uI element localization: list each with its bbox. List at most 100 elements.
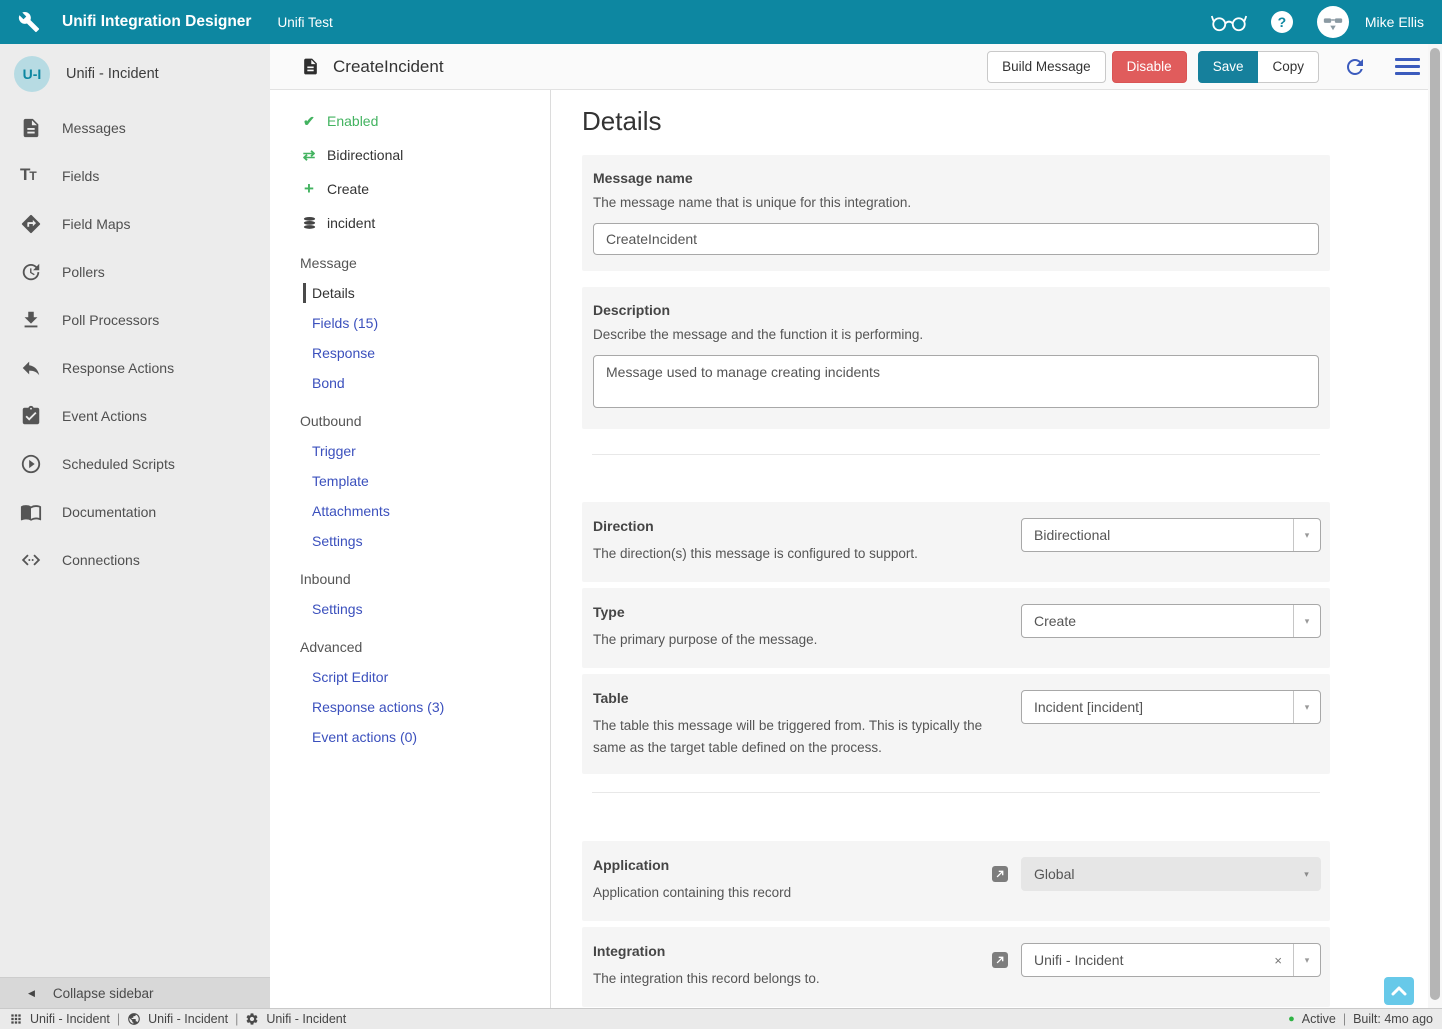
scrollbar-track <box>1428 44 1442 1008</box>
scrollbar-thumb[interactable] <box>1430 48 1440 1000</box>
app-title: Unifi Integration Designer <box>62 13 251 31</box>
reply-arrow-icon <box>20 357 42 379</box>
build-message-button[interactable]: Build Message <box>987 51 1106 83</box>
integration-avatar: U-I <box>14 56 50 92</box>
context-link[interactable]: Unifi - Incident <box>30 1012 110 1026</box>
active-dot-icon: ● <box>1288 1014 1295 1025</box>
disable-button[interactable]: Disable <box>1112 51 1187 83</box>
nav-link-attachments[interactable]: Attachments <box>270 496 550 526</box>
open-record-icon[interactable] <box>992 952 1008 968</box>
help-icon[interactable]: ? <box>1271 11 1293 33</box>
integration-desc: The integration this record belongs to. <box>593 968 972 990</box>
user-name[interactable]: Mike Ellis <box>1365 14 1424 30</box>
sidebar-item-label: Field Maps <box>62 216 130 232</box>
sidebar-item-label: Fields <box>62 168 99 184</box>
direction-select[interactable]: Bidirectional ▾ <box>1021 518 1321 552</box>
context-link[interactable]: Unifi - Incident <box>148 1012 228 1026</box>
direction-value: Bidirectional <box>1022 527 1293 543</box>
directions-icon <box>20 213 42 235</box>
hamburger-menu-icon[interactable] <box>1395 58 1420 75</box>
nav-section-advanced: Advanced <box>270 632 550 662</box>
description-desc: Describe the message and the function it… <box>593 327 1319 342</box>
type-select[interactable]: Create ▾ <box>1021 604 1321 638</box>
sidebar: U-I Unifi - Incident Messages Fields Fie… <box>0 44 270 1008</box>
database-icon <box>300 216 318 231</box>
code-brackets-icon <box>20 549 42 571</box>
chevron-down-icon[interactable]: ▾ <box>1293 519 1320 551</box>
sidebar-item-field-maps[interactable]: Field Maps <box>0 200 270 248</box>
integration-label: Integration <box>593 943 972 959</box>
scroll-to-top-button[interactable] <box>1384 977 1414 1005</box>
clipboard-check-icon <box>20 405 42 427</box>
nav-link-inbound-settings[interactable]: Settings <box>270 594 550 624</box>
integration-value: Unifi - Incident <box>1022 952 1263 968</box>
type-section: Type The primary purpose of the message.… <box>582 588 1330 668</box>
sidebar-item-label: Poll Processors <box>62 312 159 328</box>
save-button[interactable]: Save <box>1198 51 1259 83</box>
sidebar-item-scheduled-scripts[interactable]: Scheduled Scripts <box>0 440 270 488</box>
collapse-label: Collapse sidebar <box>53 986 154 1001</box>
enabled-status[interactable]: ✔ Enabled <box>270 104 550 138</box>
copy-button[interactable]: Copy <box>1258 51 1319 83</box>
message-name-input[interactable] <box>593 223 1319 255</box>
sidebar-item-poll-processors[interactable]: Poll Processors <box>0 296 270 344</box>
separator: | <box>117 1012 120 1026</box>
message-name-section: Message name The message name that is un… <box>582 155 1330 271</box>
sidebar-item-label: Pollers <box>62 264 105 280</box>
nav-link-response-actions[interactable]: Response actions (3) <box>270 692 550 722</box>
type-desc: The primary purpose of the message. <box>593 629 1001 651</box>
separator: | <box>235 1012 238 1026</box>
nav-link-bond[interactable]: Bond <box>270 368 550 398</box>
description-label: Description <box>593 302 1319 318</box>
main-panel: Details Message name The message name th… <box>551 90 1428 1008</box>
sidebar-item-documentation[interactable]: Documentation <box>0 488 270 536</box>
direction-desc: The direction(s) this message is configu… <box>593 543 1001 565</box>
download-icon <box>20 309 42 331</box>
chevron-down-icon[interactable]: ▾ <box>1293 605 1320 637</box>
wrench-icon <box>18 11 40 33</box>
nav-link-event-actions[interactable]: Event actions (0) <box>270 722 550 752</box>
nav-link-template[interactable]: Template <box>270 466 550 496</box>
message-name-label: Message name <box>593 170 1319 186</box>
nav-link-trigger[interactable]: Trigger <box>270 436 550 466</box>
chevron-down-icon[interactable]: ▾ <box>1293 944 1320 976</box>
sidebar-item-pollers[interactable]: Pollers <box>0 248 270 296</box>
sidebar-item-messages[interactable]: Messages <box>0 104 270 152</box>
clear-icon[interactable]: × <box>1263 953 1293 968</box>
spectacles-icon[interactable] <box>1211 12 1247 32</box>
type-label: Type <box>593 604 1001 620</box>
avatar[interactable] <box>1317 6 1349 38</box>
sidebar-item-response-actions[interactable]: Response Actions <box>0 344 270 392</box>
nav-section-inbound: Inbound <box>270 564 550 594</box>
separator: | <box>1343 1012 1346 1026</box>
sidebar-item-label: Scheduled Scripts <box>62 456 175 472</box>
description-textarea[interactable]: Message used to manage creating incident… <box>593 355 1319 408</box>
table-select[interactable]: Incident [incident] ▾ <box>1021 690 1321 724</box>
integration-select[interactable]: Unifi - Incident × ▾ <box>1021 943 1321 977</box>
refresh-icon[interactable] <box>1343 55 1367 79</box>
integration-header[interactable]: U-I Unifi - Incident <box>0 44 270 104</box>
chevron-down-icon[interactable]: ▾ <box>1293 691 1320 723</box>
application-select[interactable]: Global ▾ <box>1021 857 1321 891</box>
table-value: Incident [incident] <box>1022 699 1293 715</box>
open-book-icon <box>20 501 42 523</box>
divider <box>592 454 1320 455</box>
sidebar-item-event-actions[interactable]: Event Actions <box>0 392 270 440</box>
nav-link-response[interactable]: Response <box>270 338 550 368</box>
direction-status: ⇄ Bidirectional <box>270 138 550 172</box>
page-title: Details <box>582 106 1428 137</box>
nav-link-fields[interactable]: Fields (15) <box>270 308 550 338</box>
nav-link-details[interactable]: Details <box>270 278 550 308</box>
message-nav: ✔ Enabled ⇄ Bidirectional + Create incid… <box>270 90 551 1008</box>
application-label: Application <box>593 857 972 873</box>
context-link[interactable]: Unifi - Incident <box>266 1012 346 1026</box>
nav-link-outbound-settings[interactable]: Settings <box>270 526 550 556</box>
sidebar-item-fields[interactable]: Fields <box>0 152 270 200</box>
nav-link-script-editor[interactable]: Script Editor <box>270 662 550 692</box>
sidebar-item-label: Connections <box>62 552 140 568</box>
open-record-icon[interactable] <box>992 866 1008 882</box>
sidebar-item-connections[interactable]: Connections <box>0 536 270 584</box>
enabled-label: Enabled <box>327 113 378 129</box>
collapse-sidebar-button[interactable]: ◀ Collapse sidebar <box>0 977 270 1008</box>
text-fields-icon <box>20 165 42 187</box>
